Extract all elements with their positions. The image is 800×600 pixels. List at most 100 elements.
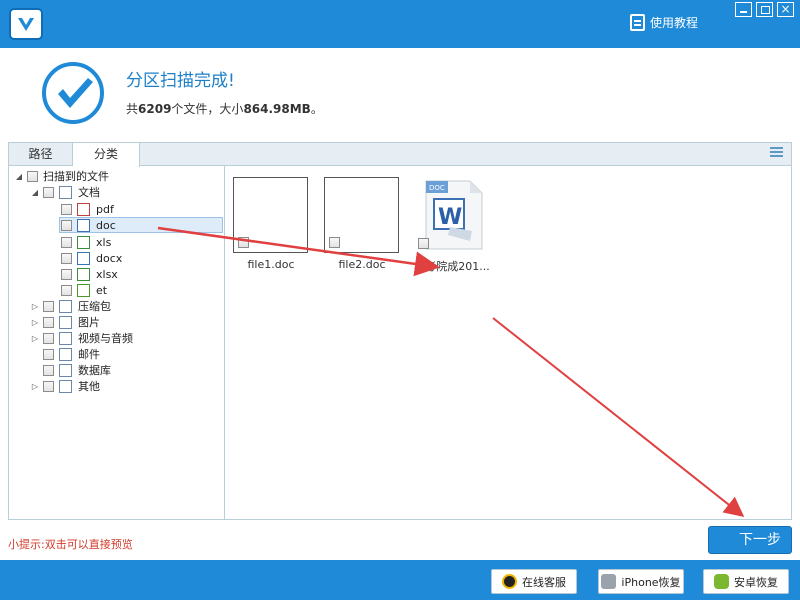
android-icon — [714, 574, 729, 589]
tree-node-xlsx[interactable]: xlsx — [61, 266, 118, 282]
file-grid: file1.doc file2.doc DOC W 睿考院成201... — [226, 166, 791, 519]
excel-icon — [77, 267, 90, 281]
collapse-icon[interactable]: ◢ — [31, 188, 39, 197]
qq-icon — [502, 574, 517, 589]
tree-label: xls — [96, 235, 112, 249]
footer-bar: 在线客服 iPhone恢复 安卓恢复 — [0, 560, 800, 600]
close-button[interactable]: × — [777, 2, 794, 17]
checkbox[interactable] — [43, 300, 54, 312]
checkbox[interactable] — [329, 237, 340, 248]
checkbox[interactable] — [418, 238, 429, 249]
tree-label: xlsx — [96, 267, 118, 281]
tree-node-root[interactable]: ◢ 扫描到的文件 — [15, 168, 109, 184]
checkbox[interactable] — [61, 203, 72, 215]
tree-label: pdf — [96, 202, 114, 216]
checkbox[interactable] — [43, 348, 54, 360]
scan-complete-check-icon — [42, 62, 104, 124]
checkbox[interactable] — [43, 380, 54, 392]
tree-label: 扫描到的文件 — [43, 170, 109, 183]
expand-icon[interactable]: ▷ — [31, 318, 39, 327]
tree-label: 邮件 — [78, 348, 100, 361]
excel-icon — [77, 235, 90, 249]
tree-node-mail[interactable]: 邮件 — [31, 346, 100, 362]
android-recovery-label: 安卓恢复 — [734, 575, 778, 589]
tree-node-pdf[interactable]: pdf — [61, 201, 114, 217]
total-size: 864.98MB — [243, 102, 311, 116]
tab-category[interactable]: 分类 — [73, 143, 140, 167]
scan-complete-title: 分区扫描完成! — [126, 71, 235, 91]
expand-icon[interactable]: ▷ — [31, 382, 39, 391]
tutorial-link[interactable]: 使用教程 — [630, 14, 698, 31]
file-thumbnail[interactable] — [233, 177, 308, 253]
tree-label: 文档 — [78, 186, 100, 199]
expand-icon[interactable]: ▷ — [31, 302, 39, 311]
image-icon — [59, 315, 72, 329]
collapse-icon[interactable]: ◢ — [15, 172, 23, 181]
checkbox[interactable] — [61, 268, 72, 280]
stats-prefix: 共 — [126, 102, 139, 116]
online-service-button[interactable]: 在线客服 — [491, 569, 577, 594]
android-recovery-button[interactable]: 安卓恢复 — [703, 569, 789, 594]
tree-node-documents[interactable]: ◢ 文档 — [31, 184, 100, 200]
checkbox[interactable] — [43, 316, 54, 328]
stats-suffix: 。 — [310, 102, 323, 116]
pdf-icon — [77, 202, 90, 216]
tab-bar: 路径 分类 — [9, 143, 791, 167]
tree-node-other[interactable]: ▷ 其他 — [31, 378, 100, 394]
scan-result-header: 分区扫描完成! 共6209个文件，大小864.98MB。 — [0, 48, 800, 132]
svg-text:W: W — [438, 205, 462, 230]
word-document-icon[interactable]: DOC W — [414, 177, 489, 253]
document-icon — [59, 185, 72, 199]
tree-node-doc[interactable]: doc — [59, 217, 223, 233]
tree-label: 其他 — [78, 380, 100, 393]
other-icon — [59, 379, 72, 393]
tree-node-archives[interactable]: ▷ 压缩包 — [31, 298, 111, 314]
results-panel: 路径 分类 ◢ 扫描到的文件 ◢ 文档 pdf doc xls docx xls… — [8, 142, 792, 520]
book-icon — [630, 14, 645, 31]
tree-node-docx[interactable]: docx — [61, 250, 122, 266]
checkbox[interactable] — [61, 236, 72, 248]
tree-label: 视频与音频 — [78, 332, 133, 345]
word-icon — [77, 251, 90, 265]
checkbox[interactable] — [43, 186, 54, 198]
next-step-button[interactable]: 下一步 — [708, 526, 792, 554]
title-bar: 使用教程 × — [0, 0, 800, 48]
file-name: file1.doc — [247, 258, 295, 271]
online-service-label: 在线客服 — [522, 575, 566, 589]
checkbox[interactable] — [43, 364, 54, 376]
tree-node-et[interactable]: et — [61, 282, 107, 298]
checkbox[interactable] — [61, 252, 72, 264]
checkbox[interactable] — [238, 237, 249, 248]
tab-path[interactable]: 路径 — [9, 143, 73, 166]
tree-label: et — [96, 283, 108, 297]
iphone-recovery-label: iPhone恢复 — [621, 575, 681, 589]
tutorial-label: 使用教程 — [650, 16, 699, 30]
tree-label: 图片 — [78, 316, 100, 329]
mail-icon — [59, 347, 72, 361]
apple-icon — [601, 574, 617, 589]
doc-badge: DOC — [429, 184, 445, 192]
tree-node-database[interactable]: 数据库 — [31, 362, 111, 378]
tree-node-images[interactable]: ▷ 图片 — [31, 314, 100, 330]
checkbox[interactable] — [61, 219, 72, 231]
file-name: file2.doc — [338, 258, 386, 271]
file-item[interactable]: DOC W 睿考院成201... — [414, 177, 490, 274]
checkbox[interactable] — [27, 170, 38, 182]
tree-node-xls[interactable]: xls — [61, 234, 111, 250]
expand-icon[interactable]: ▷ — [31, 334, 39, 343]
file-item[interactable]: file2.doc — [324, 177, 400, 271]
file-count: 6209 — [138, 102, 172, 116]
tree-label: docx — [96, 251, 123, 265]
menu-icon[interactable] — [770, 147, 783, 158]
file-thumbnail[interactable] — [324, 177, 399, 253]
minimize-button[interactable] — [735, 2, 752, 17]
file-item[interactable]: file1.doc — [233, 177, 309, 271]
archive-icon — [59, 299, 72, 313]
tree-label: 数据库 — [78, 364, 111, 377]
checkbox[interactable] — [43, 332, 54, 344]
maximize-button[interactable] — [756, 2, 773, 17]
checkbox[interactable] — [61, 284, 72, 296]
tree-node-media[interactable]: ▷ 视频与音频 — [31, 330, 133, 346]
app-logo-icon — [9, 8, 43, 40]
iphone-recovery-button[interactable]: iPhone恢复 — [598, 569, 684, 594]
